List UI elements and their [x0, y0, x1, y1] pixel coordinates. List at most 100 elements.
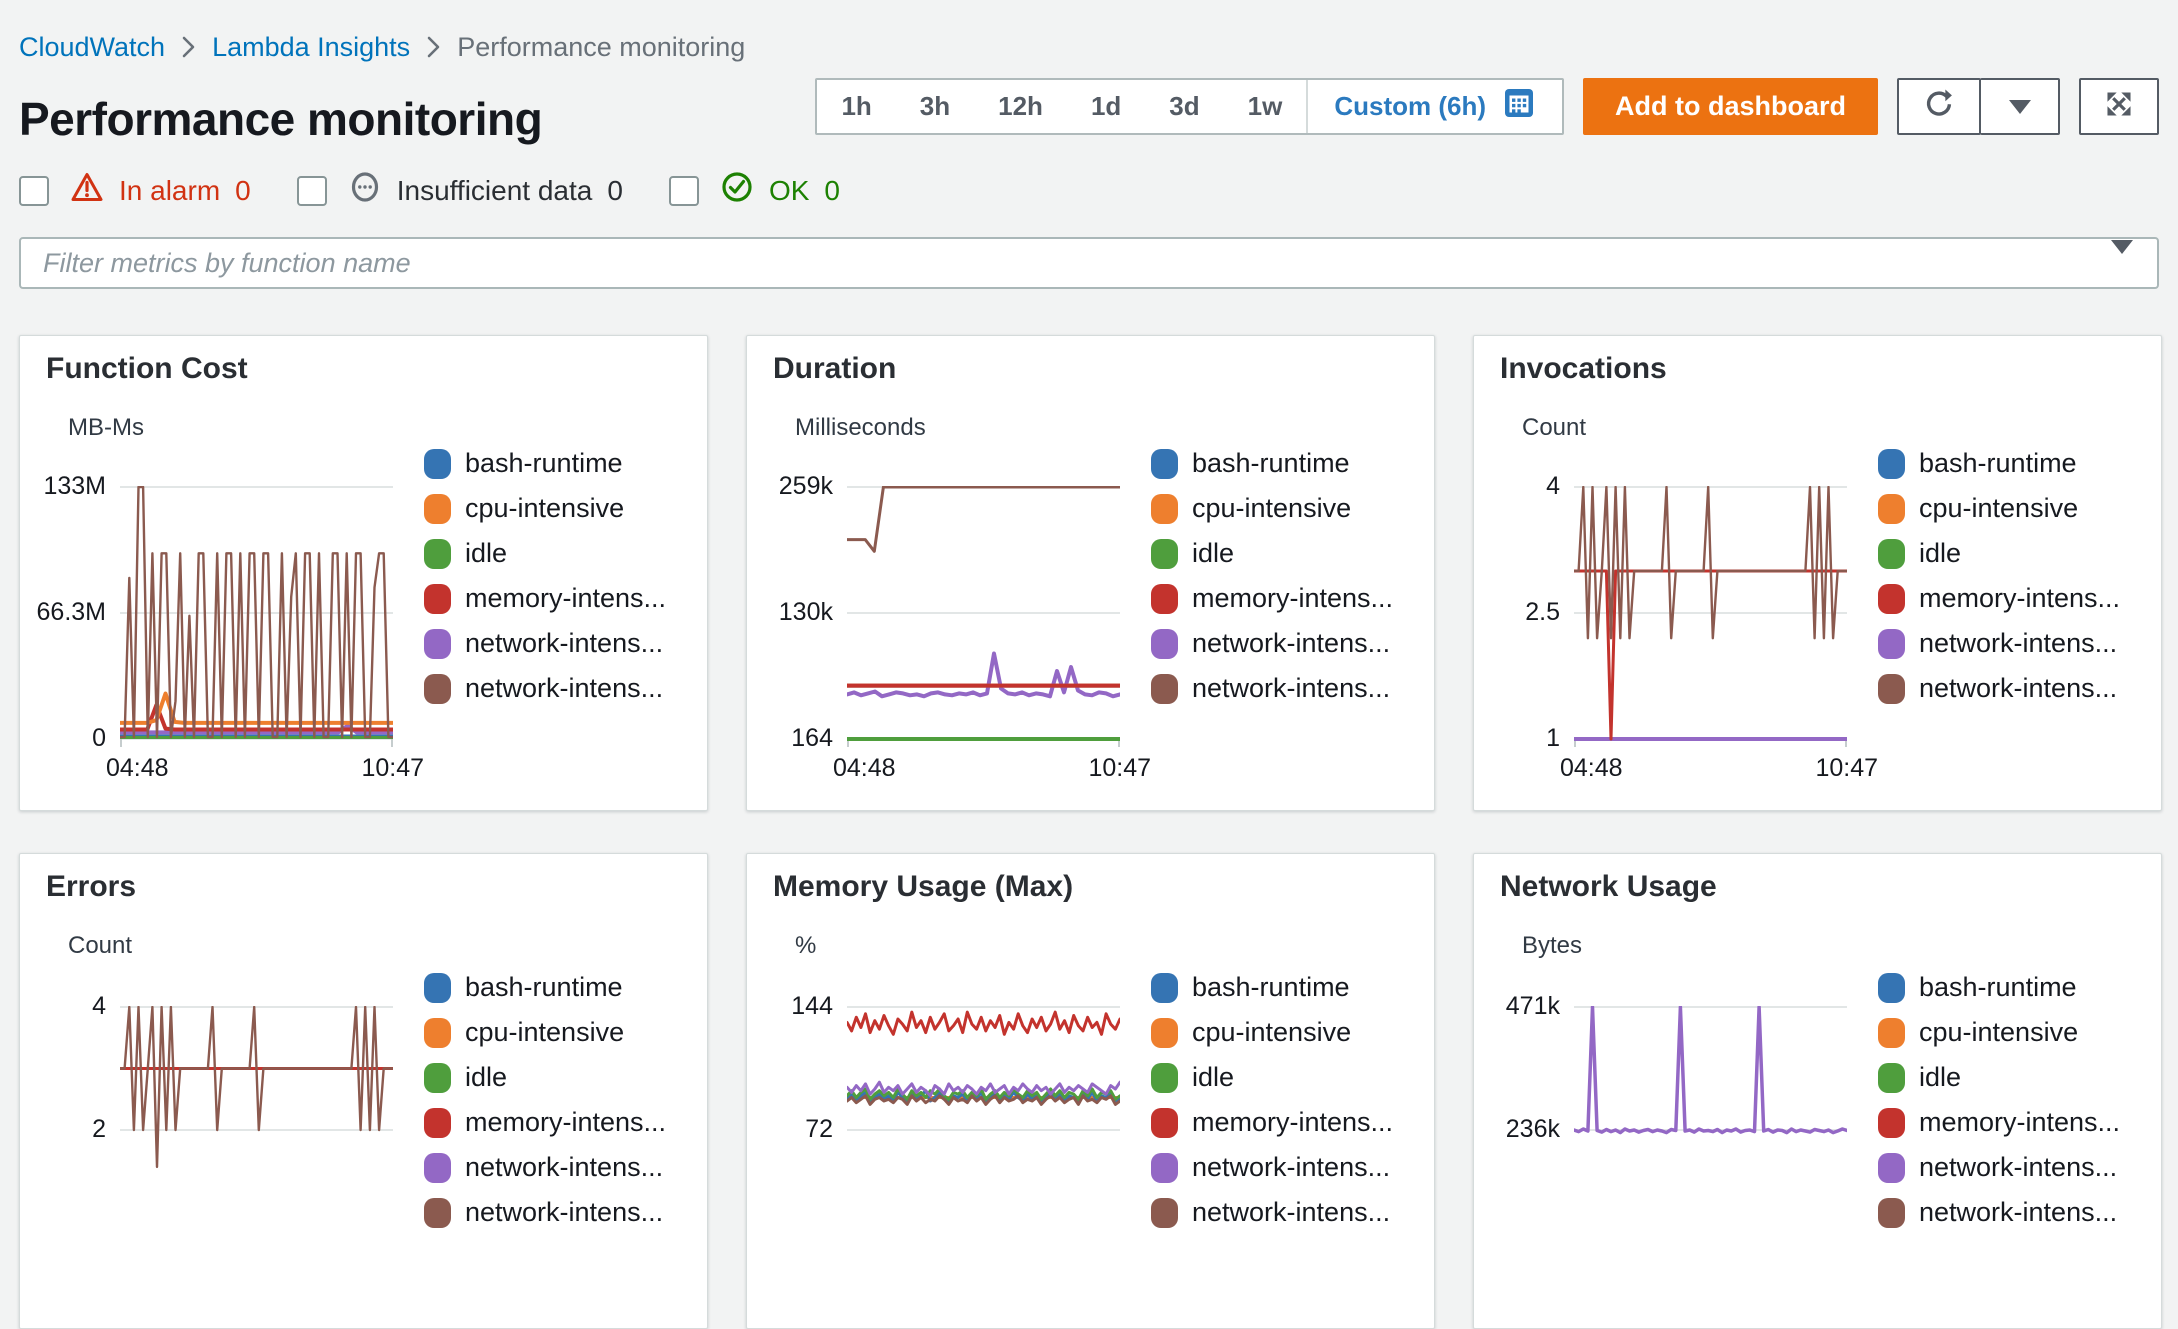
legend-label: cpu-intensive	[1919, 1017, 2079, 1047]
filter-dropdown-icon[interactable]	[2111, 240, 2133, 272]
legend-item-cpu-intensive[interactable]: cpu-intensive	[1151, 493, 1393, 524]
ok-checkbox[interactable]	[668, 175, 699, 206]
legend-color-chip	[1151, 628, 1178, 659]
add-to-dashboard-button[interactable]: Add to dashboard	[1583, 78, 1878, 135]
chart-card-errors: Errors Count 4 2 bash-runtime cpu-intensive id…	[19, 853, 708, 1329]
legend-label: network-intens...	[1192, 1197, 1391, 1227]
x-axis-tick: 10:47	[361, 754, 424, 782]
legend-color-chip	[1151, 1152, 1178, 1183]
legend-color-chip	[424, 448, 451, 479]
legend-item-idle[interactable]: idle	[1151, 538, 1393, 569]
legend-item-idle[interactable]: idle	[1878, 1062, 2120, 1093]
legend-item-cpu-intensive[interactable]: cpu-intensive	[1878, 1017, 2120, 1048]
legend-item-network-intensive-2[interactable]: network-intens...	[1151, 1197, 1393, 1228]
legend-color-chip	[424, 583, 451, 614]
legend-item-network-intensive-2[interactable]: network-intens...	[424, 1197, 666, 1228]
legend-item-network-intensive-1[interactable]: network-intens...	[424, 628, 666, 659]
legend-color-chip	[1878, 972, 1905, 1003]
breadcrumb-cloudwatch[interactable]: CloudWatch	[19, 30, 165, 64]
legend-label: idle	[1192, 1062, 1235, 1092]
legend-item-idle[interactable]: idle	[424, 538, 666, 569]
y-axis-tick: 236k	[1505, 1115, 1560, 1143]
chart-card-function-cost: Function Cost MB-Ms 133M 66.3M 0 04:48 10:47 ba…	[19, 335, 708, 811]
legend-item-network-intensive-1[interactable]: network-intens...	[424, 1152, 666, 1183]
legend-color-chip	[1878, 628, 1905, 659]
y-axis-tick: 471k	[1505, 992, 1560, 1020]
legend-item-memory-intensive[interactable]: memory-intens...	[1151, 1107, 1393, 1138]
legend-item-network-intensive-1[interactable]: network-intens...	[1878, 1152, 2120, 1183]
time-range-1d[interactable]: 1d	[1067, 80, 1145, 133]
time-range-3h[interactable]: 3h	[896, 80, 974, 133]
legend-item-memory-intensive[interactable]: memory-intens...	[1151, 583, 1393, 614]
legend-color-chip	[1151, 1062, 1178, 1093]
legend-item-network-intensive-2[interactable]: network-intens...	[1878, 673, 2120, 704]
legend-item-bash-runtime[interactable]: bash-runtime	[424, 448, 666, 479]
chart-plot-area[interactable]	[1572, 1005, 1849, 1221]
chart-canvas	[845, 485, 1122, 747]
in-alarm-checkbox[interactable]	[19, 175, 49, 206]
legend-label: network-intens...	[1919, 1152, 2118, 1182]
chart-legend: bash-runtime cpu-intensive idle memory-inte…	[424, 972, 666, 1228]
legend-item-network-intensive-1[interactable]: network-intens...	[1151, 1152, 1393, 1183]
legend-item-idle[interactable]: idle	[1151, 1062, 1393, 1093]
function-filter-input[interactable]	[19, 237, 2159, 289]
legend-item-network-intensive-2[interactable]: network-intens...	[1878, 1197, 2120, 1228]
top-bar: CloudWatch Lambda Insights Performance m…	[0, 0, 2178, 64]
chart-plot-area[interactable]	[845, 1006, 1122, 1221]
legend-item-memory-intensive[interactable]: memory-intens...	[424, 1107, 666, 1138]
legend-label: memory-intens...	[465, 1107, 667, 1137]
chart-legend: bash-runtime cpu-intensive idle memory-inte…	[424, 448, 666, 704]
breadcrumb-lambda-insights[interactable]: Lambda Insights	[212, 30, 410, 64]
legend-item-bash-runtime[interactable]: bash-runtime	[1151, 448, 1393, 479]
refresh-options-button[interactable]	[1980, 78, 2060, 135]
legend-item-bash-runtime[interactable]: bash-runtime	[424, 972, 666, 1003]
legend-color-chip	[424, 628, 451, 659]
time-range-1h[interactable]: 1h	[817, 80, 895, 133]
legend-item-memory-intensive[interactable]: memory-intens...	[424, 583, 666, 614]
x-axis-tick: 10:47	[1815, 754, 1878, 782]
in-alarm-icon	[70, 171, 104, 210]
legend-label: network-intens...	[465, 628, 664, 658]
legend-label: cpu-intensive	[1192, 1017, 1352, 1047]
refresh-button[interactable]	[1897, 78, 1981, 135]
legend-label: cpu-intensive	[1919, 493, 2079, 523]
y-axis-tick: 164	[791, 724, 833, 752]
chart-plot-area[interactable]	[118, 1005, 395, 1255]
legend-label: network-intens...	[1919, 628, 2118, 658]
chart-plot-area[interactable]	[118, 485, 395, 761]
chart-plot-area[interactable]	[1572, 485, 1849, 761]
time-range-custom[interactable]: Custom (6h)	[1306, 80, 1562, 133]
legend-item-idle[interactable]: idle	[1878, 538, 2120, 569]
chart-plot-area[interactable]	[845, 485, 1122, 761]
legend-item-cpu-intensive[interactable]: cpu-intensive	[1878, 493, 2120, 524]
legend-item-network-intensive-1[interactable]: network-intens...	[1151, 628, 1393, 659]
y-axis-tick: 144	[791, 992, 833, 1020]
legend-color-chip	[424, 493, 451, 524]
legend-item-bash-runtime[interactable]: bash-runtime	[1878, 972, 2120, 1003]
legend-item-idle[interactable]: idle	[424, 1062, 666, 1093]
time-range-1w[interactable]: 1w	[1224, 80, 1307, 133]
legend-item-bash-runtime[interactable]: bash-runtime	[1878, 448, 2120, 479]
time-range-12h[interactable]: 12h	[974, 80, 1067, 133]
legend-item-cpu-intensive[interactable]: cpu-intensive	[424, 493, 666, 524]
legend-item-memory-intensive[interactable]: memory-intens...	[1878, 1107, 2120, 1138]
legend-label: idle	[465, 538, 508, 568]
chart-title: Function Cost	[46, 352, 248, 385]
legend-item-network-intensive-2[interactable]: network-intens...	[1151, 673, 1393, 704]
legend-color-chip	[424, 1017, 451, 1048]
legend-item-cpu-intensive[interactable]: cpu-intensive	[1151, 1017, 1393, 1048]
insufficient-data-checkbox[interactable]	[296, 175, 327, 206]
series-line-network-intensive-1	[845, 651, 1122, 699]
legend-item-cpu-intensive[interactable]: cpu-intensive	[424, 1017, 666, 1048]
chart-canvas	[1572, 485, 1849, 747]
legend-item-network-intensive-2[interactable]: network-intens...	[424, 673, 666, 704]
fullscreen-button[interactable]	[2079, 78, 2159, 135]
legend-item-bash-runtime[interactable]: bash-runtime	[1151, 972, 1393, 1003]
legend-item-network-intensive-1[interactable]: network-intens...	[1878, 628, 2120, 659]
series-line-network-intensive-2	[118, 1005, 395, 1169]
time-range-3d[interactable]: 3d	[1145, 80, 1223, 133]
legend-item-memory-intensive[interactable]: memory-intens...	[1878, 583, 2120, 614]
chart-title: Invocations	[1500, 352, 1667, 385]
axis-unit-label: Milliseconds	[795, 414, 926, 441]
legend-color-chip	[1878, 673, 1905, 704]
